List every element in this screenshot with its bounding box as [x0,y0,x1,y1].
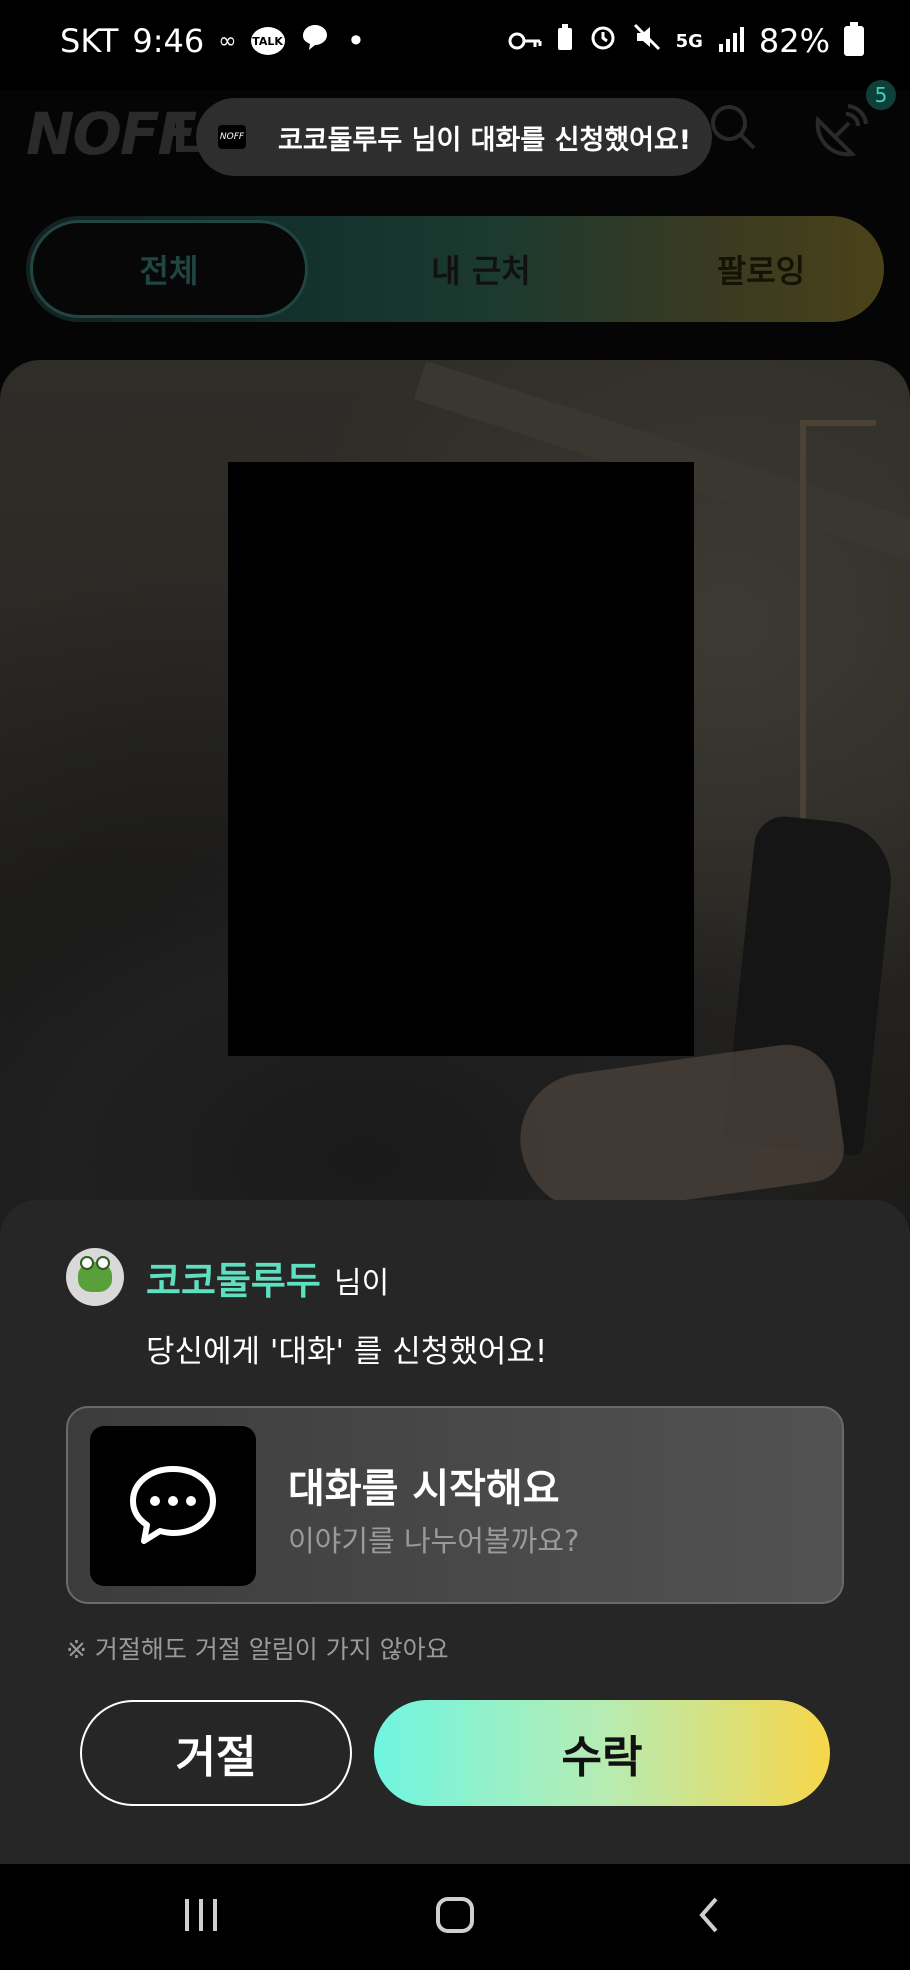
dot-icon: • [346,22,366,60]
network-type-icon: 5G [675,30,703,52]
thread-icon [299,22,333,60]
mute-icon [632,22,662,60]
app-logo-icon: NOFF [218,125,246,149]
frog-avatar-icon [78,1256,112,1292]
avatar [66,1248,124,1306]
battery-percent: 82% [758,22,830,60]
tab-nearby[interactable]: 내 근처 [356,216,606,322]
app-notification-icon: ∞ [218,28,237,54]
battery-saver-icon [556,22,574,60]
status-right: 5G 82% [508,22,864,60]
tab-following[interactable]: 팔로잉 [626,216,896,322]
battery-icon [844,22,864,56]
kakaotalk-icon: TALK [250,27,285,55]
sender-name: 코코둘루두 [146,1259,321,1303]
incoming-request-toast[interactable]: NOFF 코코둘루두 님이 대화를 신청했어요! [196,98,712,176]
accept-button[interactable]: 수락 [374,1700,830,1806]
notification-badge: 5 [866,80,896,110]
filter-tabs: 전체 내 근처 팔로잉 [26,216,884,322]
card-subtitle: 이야기를 나누어볼까요? [288,1524,580,1558]
home-icon[interactable] [410,1880,500,1950]
satellite-dish-icon[interactable] [808,100,872,164]
status-left: SKT 9:46 ∞ TALK • [60,22,365,60]
recent-apps-icon[interactable] [156,1880,246,1950]
time-label: 9:46 [132,22,205,60]
carrier-label: SKT [60,22,119,60]
toast-message: 코코둘루두 님이 대화를 신청했어요! [278,124,692,156]
vpn-key-icon [508,22,542,60]
redaction-box [228,462,694,1056]
reject-notice: ※ 거절해도 거절 알림이 가지 않아요 [66,1635,449,1664]
request-message: 당신에게 '대화' 를 신청했어요! [146,1334,548,1370]
card-title: 대화를 시작해요 [288,1466,560,1512]
tab-all[interactable]: 전체 [30,220,308,318]
reject-button[interactable]: 거절 [80,1700,352,1806]
alarm-icon [588,22,618,60]
back-icon[interactable] [664,1880,754,1950]
search-icon[interactable] [708,102,758,152]
signal-icon [717,22,745,60]
app-logo[interactable]: NOFF [26,100,197,168]
sender-suffix: 님이 [334,1266,390,1301]
chat-bubble-icon [90,1426,256,1586]
